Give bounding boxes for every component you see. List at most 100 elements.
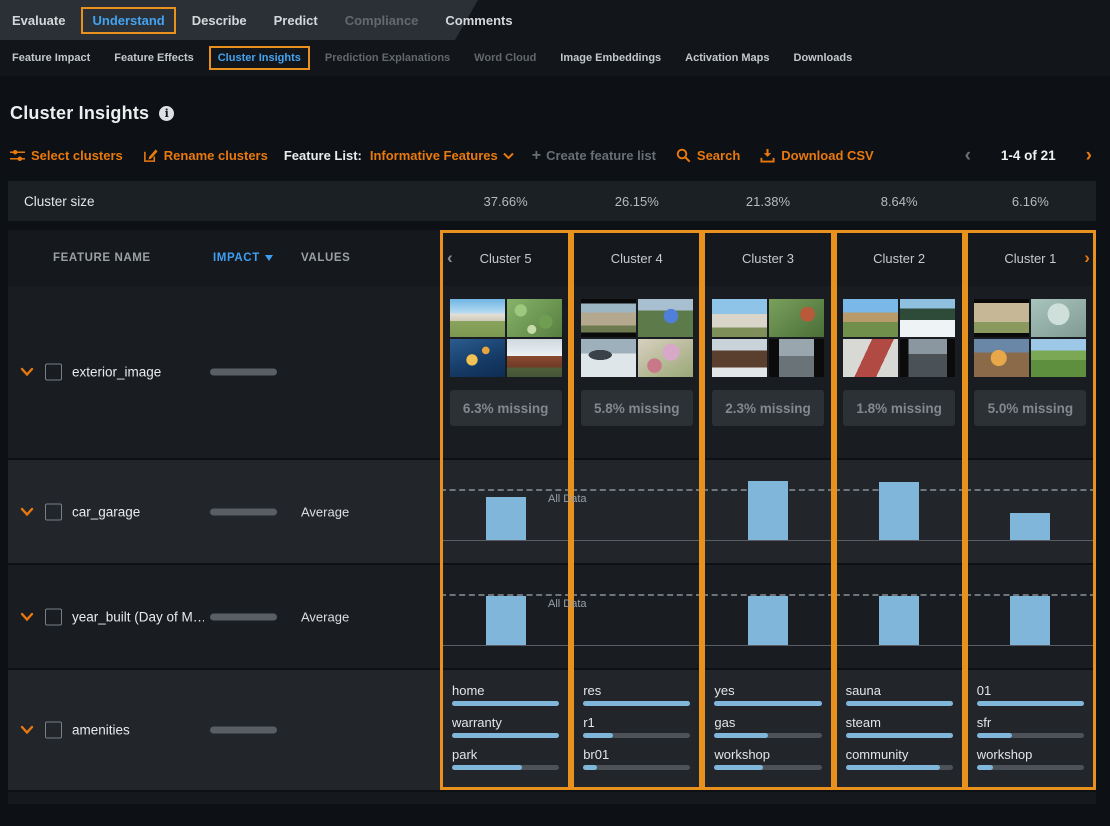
table-row-amenities: amenities home warranty park res r1 br01… [8,668,1096,790]
cluster-size-value: 21.38% [702,194,833,209]
pagination-prev-icon[interactable]: ‹ [961,146,975,165]
thumbnail-image[interactable] [450,299,505,337]
page-title: Cluster Insights [10,103,149,124]
value-label: home [452,683,559,698]
tab-predict[interactable]: Predict [274,13,318,28]
tab-describe[interactable]: Describe [192,13,247,28]
thumbnail-image[interactable] [900,299,955,337]
chevron-down-icon [503,152,514,160]
thumbnail-image[interactable] [843,299,898,337]
thumbnail-image[interactable] [974,299,1029,337]
rename-clusters-label: Rename clusters [164,148,268,163]
value-label: sfr [977,715,1084,730]
thumbnail-image[interactable] [1031,299,1086,337]
subtab-downloads[interactable]: Downloads [794,52,853,64]
value-bar [583,701,690,706]
thumbnail-image[interactable] [769,299,824,337]
cluster-1-label: Cluster 1 [1004,251,1056,266]
cluster-4-chart-cell [571,565,702,668]
column-header-feature-name[interactable]: FEATURE NAME [53,252,151,264]
thumbnail-image[interactable] [507,299,562,337]
download-csv-button[interactable]: Download CSV [760,148,873,163]
thumbnail-image[interactable] [450,339,505,377]
tab-understand[interactable]: Understand [81,7,175,34]
subtab-word-cloud: Word Cloud [474,52,536,64]
value-bar [977,765,1084,770]
chart-bar [1010,513,1050,541]
rename-clusters-button[interactable]: Rename clusters [143,148,268,163]
select-clusters-button[interactable]: Select clusters [10,148,123,163]
pagination-next-icon[interactable]: › [1082,146,1096,165]
thumbnail-image[interactable] [638,299,693,337]
cluster-5-chart-cell [440,460,571,563]
thumbnail-image[interactable] [712,339,767,377]
expand-row-icon[interactable] [20,725,34,735]
chart-bar [748,481,788,541]
all-data-line [965,489,1096,491]
thumbnail-image[interactable] [712,299,767,337]
value-item: steam [846,715,953,738]
column-header-cluster-3[interactable]: Cluster 3 [702,230,833,286]
next-row-peek [8,792,1096,804]
thumbnail-image[interactable] [507,339,562,377]
column-header-cluster-4[interactable]: Cluster 4 [571,230,702,286]
row-checkbox[interactable] [45,364,62,381]
thumbnail-image[interactable] [900,339,955,377]
search-button[interactable]: Search [676,148,740,163]
subtab-feature-impact[interactable]: Feature Impact [12,52,90,64]
feature-list-value: Informative Features [370,148,498,163]
feature-list-dropdown[interactable]: Informative Features [370,148,514,163]
value-item: gas [714,715,821,738]
subtab-cluster-insights[interactable]: Cluster Insights [209,46,310,70]
thumbnail-image[interactable] [581,339,636,377]
clusters-next-icon[interactable]: › [1084,248,1090,268]
value-bar [583,733,690,738]
expand-row-icon[interactable] [20,367,34,377]
subtab-activation-maps[interactable]: Activation Maps [685,52,769,64]
chart-bar [486,596,526,646]
value-label: br01 [583,747,690,762]
column-header-impact[interactable]: IMPACT [213,252,273,264]
cluster-4-chart-cell [571,460,702,563]
value-bar [977,733,1084,738]
info-icon[interactable]: i [159,106,174,121]
expand-row-icon[interactable] [20,612,34,622]
thumbnail-image[interactable] [974,339,1029,377]
thumbnail-image[interactable] [843,339,898,377]
thumbnail-image[interactable] [638,339,693,377]
thumbnail-image[interactable] [1031,339,1086,377]
feature-value-type: Average [301,609,349,624]
cluster-insights-table: FEATURE NAME IMPACT VALUES ‹ Cluster 5 C… [8,230,1096,790]
cluster-2-image-cell: 1.8% missing [834,286,965,458]
value-label: workshop [977,747,1084,762]
subtab-image-embeddings[interactable]: Image Embeddings [560,52,661,64]
value-label: yes [714,683,821,698]
download-csv-label: Download CSV [781,148,873,163]
column-header-cluster-2[interactable]: Cluster 2 [834,230,965,286]
clusters-prev-icon[interactable]: ‹ [447,248,453,268]
cluster-1-values-cell: 01 sfr workshop [965,670,1096,790]
row-checkbox[interactable] [45,608,62,625]
feature-name: car_garage [72,504,140,519]
tab-evaluate[interactable]: Evaluate [12,13,65,28]
subtab-feature-effects[interactable]: Feature Effects [114,52,193,64]
value-label: sauna [846,683,953,698]
row-checkbox[interactable] [45,722,62,739]
sort-desc-icon [265,255,273,261]
row-checkbox[interactable] [45,503,62,520]
expand-row-icon[interactable] [20,507,34,517]
column-header-cluster-5[interactable]: ‹ Cluster 5 [440,230,571,286]
table-row-exterior-image: exterior_image 6.3% missing 5.8% missing [8,286,1096,458]
tab-comments[interactable]: Comments [445,13,512,28]
thumbnail-image[interactable] [581,299,636,337]
value-item: res [583,683,690,706]
thumbnail-image[interactable] [769,339,824,377]
column-header-cluster-1[interactable]: Cluster 1 › [965,230,1096,286]
cluster-1-chart-cell [965,460,1096,563]
all-data-line [571,489,702,491]
feature-list-label: Feature List: [284,148,362,163]
cluster-2-chart-cell [834,460,965,563]
missing-badge: 5.8% missing [581,390,693,426]
pagination-range: 1-4 of 21 [1001,148,1056,163]
search-label: Search [697,148,740,163]
